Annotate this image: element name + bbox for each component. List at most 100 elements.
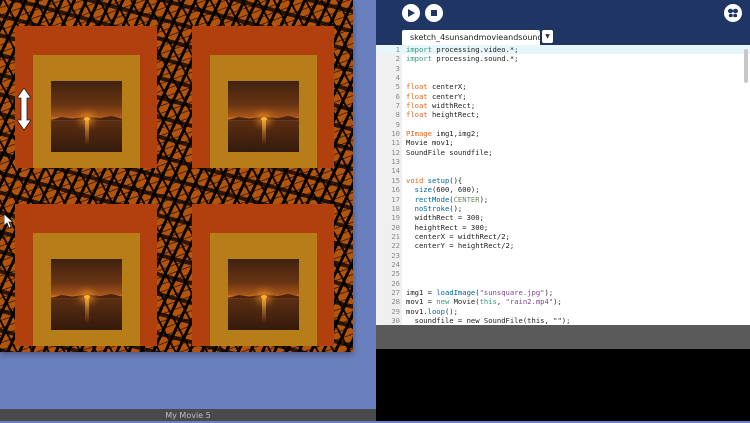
code-line[interactable]: 18 noStroke();	[376, 204, 750, 213]
code-line[interactable]: 17 rectMode(CENTER);	[376, 195, 750, 204]
code-line[interactable]: 7 float widthRect;	[376, 101, 750, 110]
code-token: ();	[449, 203, 463, 213]
tab-menu-button[interactable]: ▼	[542, 30, 553, 43]
code-line[interactable]: 25	[376, 269, 750, 278]
sketch-output-canvas[interactable]	[0, 0, 353, 352]
code-line[interactable]: 10 PImage img1,img2;	[376, 129, 750, 138]
code-token: );	[479, 194, 489, 204]
code-token: soundfile = new SoundFile(this, "");	[406, 315, 571, 325]
code-line[interactable]: 16 size(600, 600);	[376, 185, 750, 194]
sunset-image	[228, 259, 299, 330]
line-number: 5	[395, 82, 400, 92]
movie-title-bar: My Movie 5	[0, 409, 376, 421]
code-token: import	[406, 54, 432, 64]
line-number: 28	[391, 297, 400, 307]
sunset-image	[51, 81, 122, 152]
code-token: SoundFile soundfile;	[406, 147, 493, 157]
code-text: heightRect = 300;	[406, 223, 489, 232]
code-token: (600, 600);	[431, 185, 480, 195]
code-line[interactable]: 11 Movie mov1;	[376, 138, 750, 147]
sun-tile-bottom-right	[192, 204, 334, 346]
code-line[interactable]: 6 float centerY;	[376, 92, 750, 101]
sun-tile-bottom-left	[15, 204, 157, 346]
code-line[interactable]: 27 img1 = loadImage("sunsquare.jpg");	[376, 288, 750, 297]
code-token: this	[479, 297, 497, 307]
code-token: float	[406, 82, 428, 92]
code-line[interactable]: 4	[376, 73, 750, 82]
tile-inner-square	[210, 233, 317, 346]
code-token: float	[406, 91, 428, 101]
line-number: 30	[391, 315, 400, 325]
code-line[interactable]: 22 centerY = heightRect/2;	[376, 241, 750, 250]
code-token: float	[406, 110, 428, 120]
code-line[interactable]: 1 import processing.video.*;	[376, 45, 750, 55]
code-line[interactable]: 5 float centerX;	[376, 82, 750, 91]
code-line[interactable]: 12 SoundFile soundfile;	[376, 148, 750, 157]
code-text: widthRect = 300;	[406, 213, 484, 222]
line-number: 10	[391, 129, 400, 139]
code-line[interactable]: 20 heightRect = 300;	[376, 223, 750, 232]
code-area[interactable]: 1 import processing.video.*; 2 import proce…	[376, 45, 750, 325]
code-line[interactable]: 29 mov1.loop();	[376, 307, 750, 316]
line-number: 20	[391, 222, 400, 232]
code-token: mov1 =	[406, 297, 437, 307]
tile-inner-square	[33, 55, 140, 168]
code-token: ();	[444, 306, 458, 316]
code-text: float heightRect;	[406, 110, 480, 119]
run-button[interactable]	[402, 4, 420, 22]
code-line[interactable]: 21 centerX = widthRect/2;	[376, 232, 750, 241]
code-token: setup	[427, 175, 450, 185]
code-token: Movie mov1;	[406, 138, 454, 148]
code-line[interactable]: 9	[376, 120, 750, 129]
code-token: centerX = widthRect/2;	[406, 231, 510, 241]
code-line[interactable]: 8 float heightRect;	[376, 110, 750, 119]
line-number: 24	[391, 259, 400, 269]
code-token: );	[553, 297, 562, 307]
play-icon	[408, 9, 415, 17]
code-token: loadImage	[436, 287, 476, 297]
code-token: (){	[449, 175, 463, 185]
code-line[interactable]: 3	[376, 64, 750, 73]
line-number: 23	[391, 250, 400, 260]
code-line[interactable]: 13	[376, 157, 750, 166]
code-token: widthRect = 300;	[406, 213, 484, 223]
code-token: new	[436, 297, 450, 307]
line-number: 27	[391, 287, 400, 297]
code-line[interactable]: 14	[376, 166, 750, 175]
sunset-image	[51, 259, 122, 330]
code-text: rectMode(CENTER);	[406, 194, 489, 204]
code-text: noStroke();	[406, 203, 463, 213]
code-token: heightRect;	[427, 110, 480, 120]
code-line[interactable]: 23	[376, 251, 750, 260]
code-line[interactable]: 26	[376, 279, 750, 288]
triangle-down-icon: ▼	[545, 33, 550, 40]
line-number: 17	[391, 194, 400, 204]
code-token: centerX;	[427, 82, 467, 92]
code-token: void	[406, 175, 424, 185]
line-number: 18	[391, 203, 400, 213]
desktop	[0, 0, 376, 409]
line-number: 2	[395, 54, 400, 64]
editor-scrollbar[interactable]	[744, 49, 748, 83]
stop-button[interactable]	[425, 4, 443, 22]
line-number: 26	[391, 278, 400, 288]
line-number: 16	[391, 185, 400, 195]
code-line[interactable]: 2 import processing.sound.*;	[376, 54, 750, 63]
ide-toolbar	[376, 0, 750, 28]
mode-selector-button[interactable]	[724, 4, 742, 22]
tab-sketch[interactable]: sketch_4sunsandmovieandsound	[402, 30, 543, 45]
code-line[interactable]: 30 soundfile = new SoundFile(this, "");	[376, 316, 750, 325]
line-number: 1	[395, 45, 400, 54]
code-line[interactable]: 28 mov1 = new Movie(this, "rain2.mp4");	[376, 297, 750, 306]
code-editor[interactable]: 1 import processing.video.*; 2 import proce…	[376, 45, 750, 325]
butterfly-icon	[727, 8, 739, 18]
processing-ide-window: sketch_4sunsandmovieandsound ▼ 1 import p…	[376, 0, 750, 421]
code-text: float widthRect;	[406, 101, 475, 110]
code-token: Movie(	[449, 297, 480, 307]
code-text: float centerY;	[406, 92, 467, 101]
code-line[interactable]: 15 void setup(){	[376, 176, 750, 185]
code-line[interactable]: 24	[376, 260, 750, 269]
code-line[interactable]: 19 widthRect = 300;	[376, 213, 750, 222]
